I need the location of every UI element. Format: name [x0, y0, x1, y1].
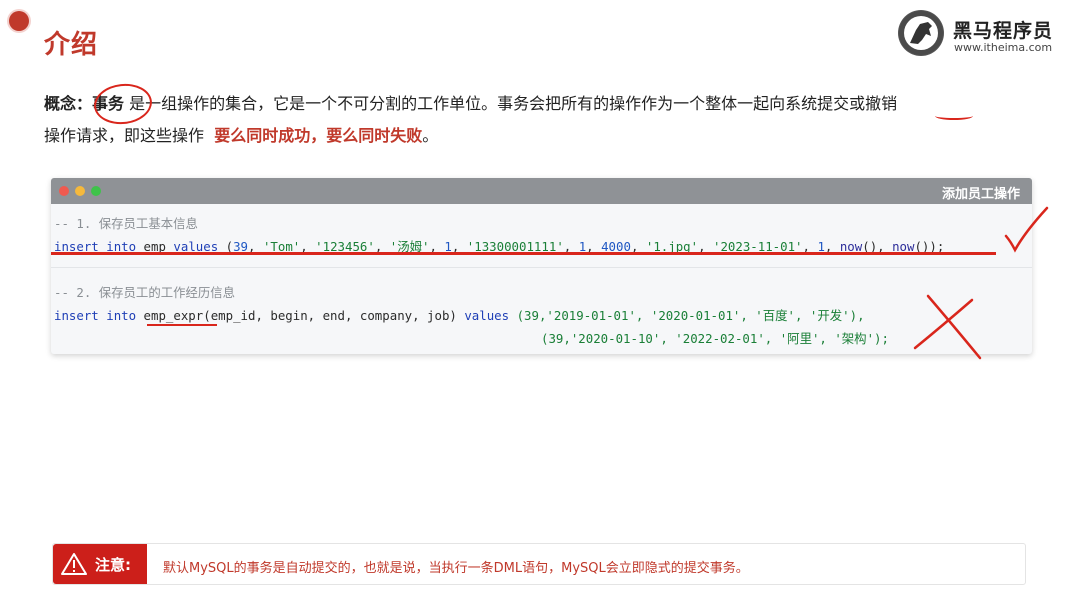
concept-emphasis: 要么同时成功，要么同时失败	[214, 126, 423, 145]
code-separator	[51, 267, 1032, 268]
code-table-name: emp_expr	[143, 308, 204, 323]
code-values-row: (39,'2019-01-01', '2020-01-01', '百度', '开…	[516, 308, 865, 323]
note-header: 注意:	[53, 544, 147, 584]
code-line-insert-emp-expr: insert into emp_expr(emp_id, begin, end,…	[54, 306, 865, 324]
slide-title: 介绍	[44, 30, 99, 60]
logo-name: 黑马程序员	[953, 20, 1054, 42]
check-mark-icon	[1004, 206, 1049, 253]
code-keyword: insert	[54, 308, 99, 323]
code-titlebar: 添加员工操作	[51, 178, 1032, 204]
hand-underline-annotation	[935, 112, 973, 120]
concept-text-line2: 操作请求，即这些操作	[44, 126, 205, 145]
brand-logo: 黑马程序员 www.itheima.com	[898, 10, 1060, 58]
note-label: 注意:	[95, 556, 131, 574]
note-bar: 注意: 默认MySQL的事务是自动提交的，也就是说，当执行一条DML语句，MyS…	[52, 543, 1026, 585]
code-keyword: into	[106, 308, 137, 323]
hand-underline-annotation	[147, 324, 217, 326]
code-comment-1: -- 1. 保存员工基本信息	[54, 216, 198, 231]
close-dot-icon	[59, 186, 69, 196]
maximize-dot-icon	[91, 186, 101, 196]
code-keyword: values	[464, 308, 510, 323]
code-values-row: (39,'2020-01-10', '2022-02-01', '阿里', '架…	[541, 331, 889, 346]
code-window: 添加员工操作 -- 1. 保存员工基本信息 insert into emp va…	[51, 178, 1032, 354]
code-comment-2: -- 2. 保存员工的工作经历信息	[54, 285, 236, 300]
code-columns: (emp_id, begin, end, company, job)	[203, 308, 457, 323]
cross-mark-icon	[913, 294, 982, 360]
concept-text-end: 。	[422, 126, 439, 145]
horse-logo-icon	[898, 10, 944, 56]
logo-url: www.itheima.com	[954, 41, 1053, 54]
concept-label: 概念：	[44, 94, 93, 113]
concept-text-line1: 是一组操作的集合，它是一个不可分割的工作单位。事务会把所有的操作作为一个整体一起…	[129, 94, 898, 113]
note-text: 默认MySQL的事务是自动提交的，也就是说，当执行一条DML语句，MySQL会立…	[163, 561, 749, 576]
corner-dot	[9, 11, 29, 31]
minimize-dot-icon	[75, 186, 85, 196]
hand-underline-annotation	[51, 252, 996, 255]
code-window-title: 添加员工操作	[941, 187, 1020, 202]
warning-icon	[61, 553, 87, 575]
concept-paragraph: 概念：事务 是一组操作的集合，它是一个不可分割的工作单位。事务会把所有的操作作为…	[44, 88, 1034, 152]
